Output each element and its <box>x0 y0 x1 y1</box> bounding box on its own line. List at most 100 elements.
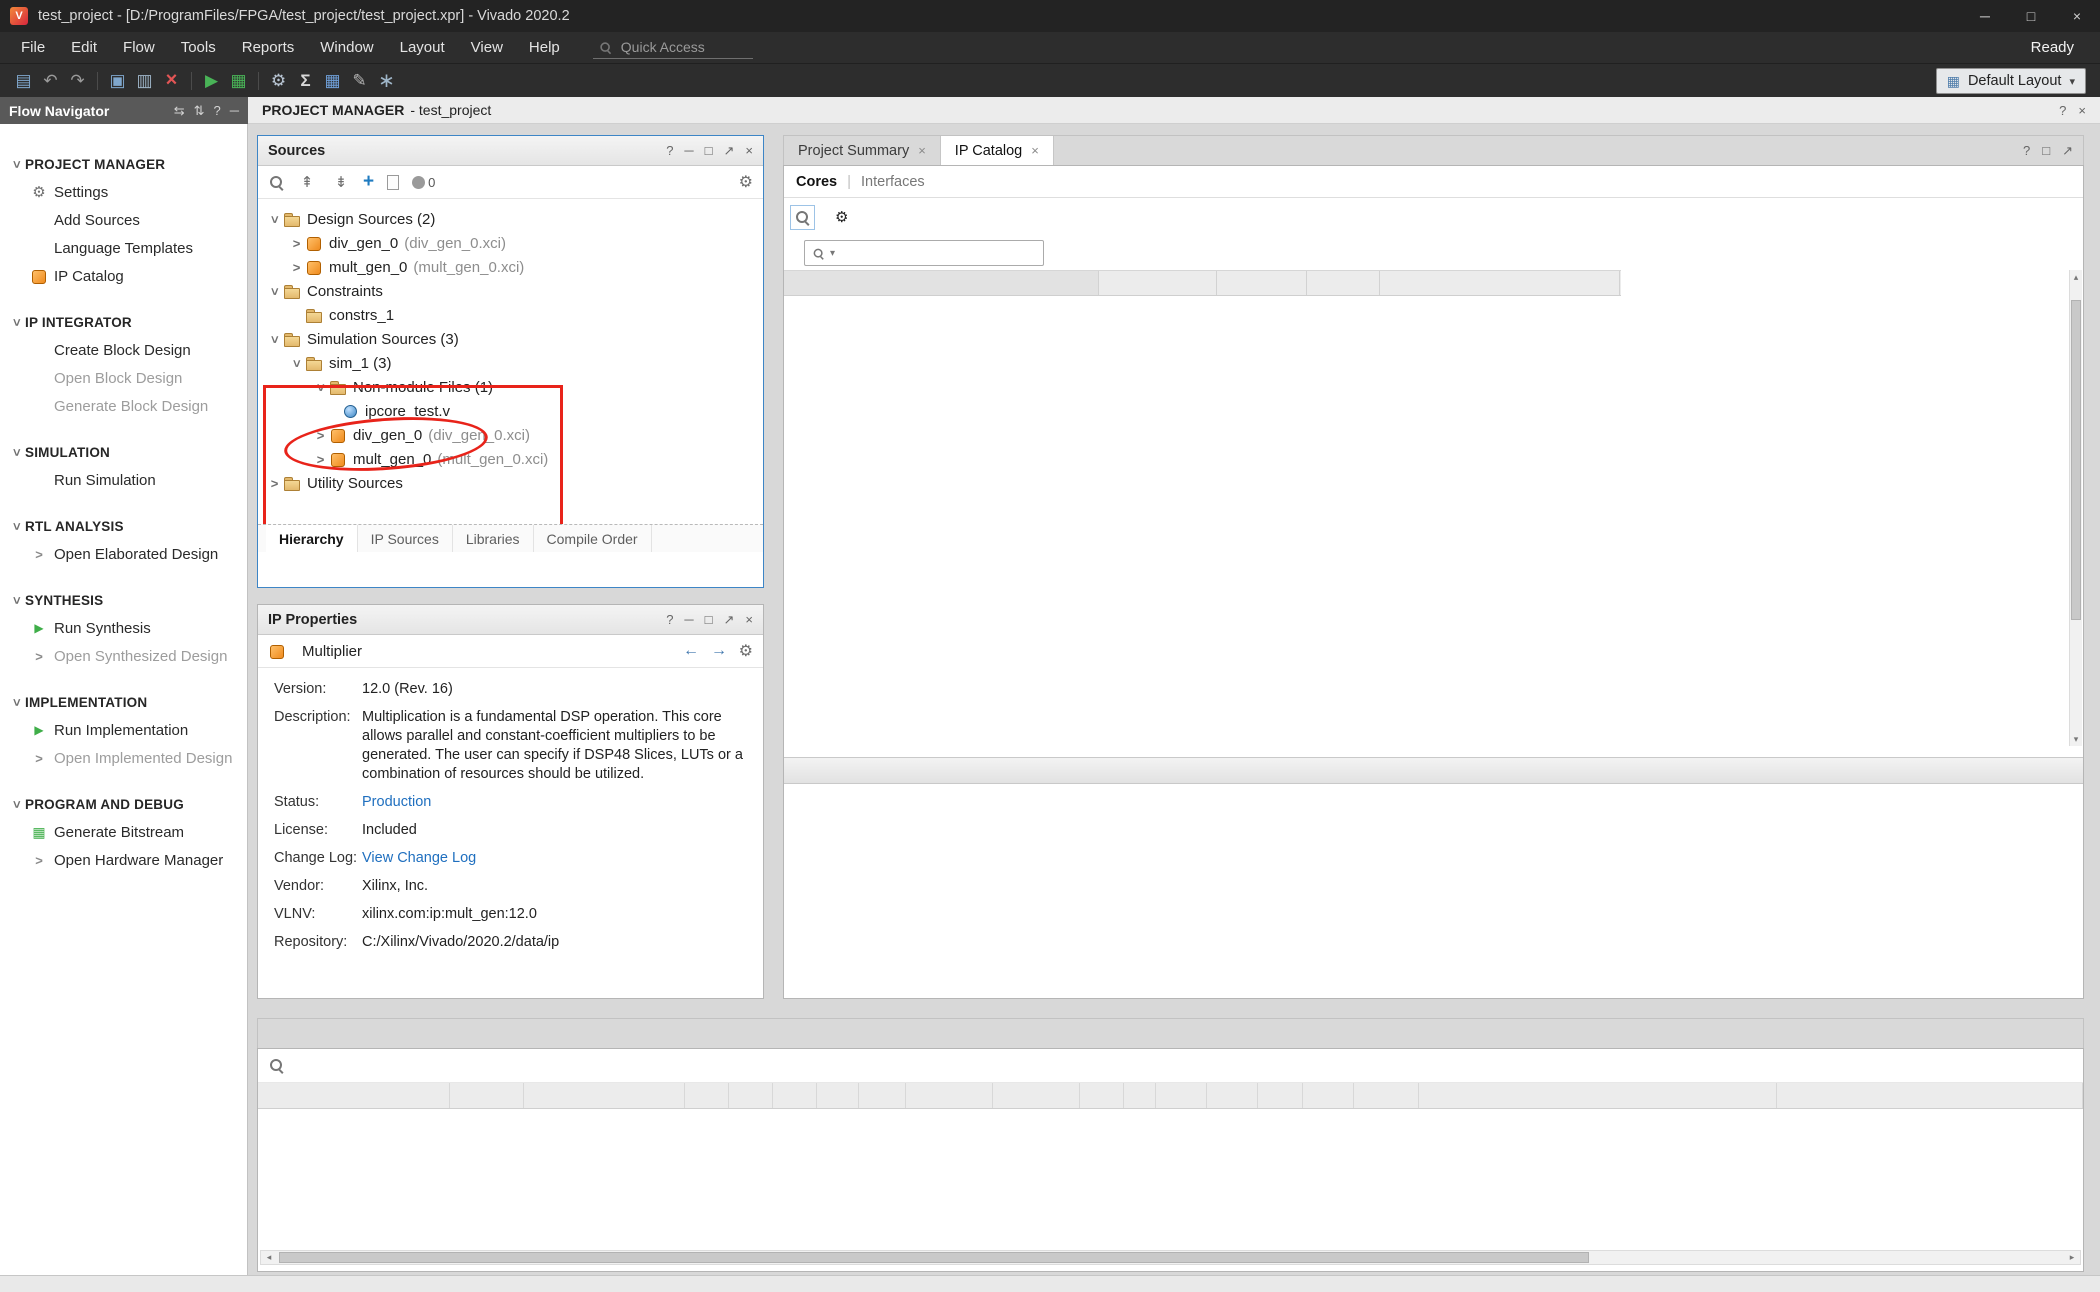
gear-icon[interactable]: ⚙ <box>739 172 753 192</box>
property-value[interactable]: View Change Log <box>362 849 758 868</box>
expander-icon[interactable] <box>312 427 329 444</box>
scroll-up-icon[interactable]: ▴ <box>2070 270 2082 284</box>
minimize-button[interactable]: ─ <box>1962 0 2008 32</box>
section-header[interactable]: IMPLEMENTATION <box>0 688 247 716</box>
property-value[interactable]: 12.0 (Rev. 16) <box>362 680 758 699</box>
flow-navigator-item[interactable]: Run Simulation <box>0 466 247 494</box>
close-icon[interactable]: × <box>2078 103 2086 118</box>
expand-sections-icon[interactable]: ⇅ <box>194 103 205 119</box>
column-header[interactable] <box>450 1083 524 1108</box>
expander-icon[interactable] <box>288 259 305 276</box>
dock-icon[interactable]: ⇆ <box>174 103 185 119</box>
help-icon[interactable]: ? <box>2059 103 2066 118</box>
scroll-thumb[interactable] <box>279 1252 1589 1263</box>
column-header[interactable] <box>1124 1083 1156 1108</box>
column-header[interactable] <box>817 1083 859 1108</box>
property-value[interactable]: Multiplication is a fundamental DSP oper… <box>362 708 758 784</box>
cancel-run-icon[interactable] <box>158 68 185 94</box>
sources-panel-header[interactable]: Sources ?─□↗× <box>258 136 763 166</box>
flow-navigator-item[interactable]: Run Implementation <box>0 716 247 744</box>
scroll-thumb[interactable] <box>2071 300 2081 620</box>
menu-item[interactable]: Help <box>516 32 573 63</box>
flow-navigator-item[interactable]: Add Sources <box>0 206 247 234</box>
column-header[interactable] <box>773 1083 817 1108</box>
maximize-icon[interactable]: □ <box>705 143 713 159</box>
expander-icon[interactable] <box>312 379 329 396</box>
flow-navigator-item[interactable]: Settings <box>0 178 247 206</box>
menu-item[interactable]: Reports <box>229 32 308 63</box>
section-header[interactable]: RTL ANALYSIS <box>0 512 247 540</box>
flow-navigator-item[interactable]: Create Block Design <box>0 336 247 364</box>
document-tab[interactable]: Project Summary × <box>784 136 941 165</box>
column-header[interactable] <box>1307 271 1380 295</box>
flow-navigator-item[interactable]: Generate Bitstream <box>0 818 247 846</box>
tree-row[interactable]: ipcore_test.v <box>258 399 763 423</box>
column-header[interactable] <box>906 1083 993 1108</box>
help-icon[interactable]: ? <box>666 612 673 628</box>
report-sum-icon[interactable] <box>292 68 319 94</box>
back-icon[interactable]: ← <box>683 642 699 660</box>
undo-icon[interactable] <box>37 68 64 94</box>
quick-access-search[interactable]: Quick Access <box>593 37 753 59</box>
menu-item[interactable]: Window <box>307 32 386 63</box>
close-button[interactable]: × <box>2054 0 2100 32</box>
column-header[interactable] <box>1380 271 1620 295</box>
minimize-icon[interactable]: ─ <box>684 612 693 628</box>
column-header[interactable] <box>784 271 1099 295</box>
tree-row[interactable]: Design Sources (2) <box>258 207 763 231</box>
column-header[interactable] <box>859 1083 906 1108</box>
column-header[interactable] <box>524 1083 685 1108</box>
property-value[interactable]: xilinx.com:ip:mult_gen:12.0 <box>362 905 758 924</box>
column-header[interactable] <box>685 1083 729 1108</box>
section-header[interactable]: SIMULATION <box>0 438 247 466</box>
property-value[interactable]: Production <box>362 793 758 812</box>
property-value[interactable]: C:/Xilinx/Vivado/2020.2/data/ip <box>362 933 758 952</box>
flow-navigator-item[interactable]: Open Implemented Design <box>0 744 247 772</box>
help-icon[interactable]: ? <box>2023 143 2030 158</box>
gear-icon[interactable]: ⚙ <box>739 641 753 661</box>
open-recent-icon[interactable] <box>10 68 37 94</box>
menu-item[interactable]: File <box>8 32 58 63</box>
separator[interactable] <box>97 72 98 90</box>
tree-row[interactable]: Constraints <box>258 279 763 303</box>
horizontal-scrollbar[interactable]: ◂ ▸ <box>260 1250 2081 1265</box>
tree-row[interactable]: div_gen_0 (div_gen_0.xci) <box>258 423 763 447</box>
subtab-interfaces[interactable]: Interfaces <box>861 174 925 190</box>
tree-row[interactable]: Non-module Files (1) <box>258 375 763 399</box>
redo-icon[interactable] <box>64 68 91 94</box>
forward-icon[interactable]: → <box>711 642 727 660</box>
save-icon[interactable] <box>104 68 131 94</box>
column-header[interactable] <box>729 1083 773 1108</box>
tree-row[interactable]: sim_1 (3) <box>258 351 763 375</box>
section-header[interactable]: IP INTEGRATOR <box>0 308 247 336</box>
menu-item[interactable]: View <box>458 32 516 63</box>
column-header[interactable] <box>1354 1083 1419 1108</box>
layout-selector[interactable]: ▦ Default Layout ▾ <box>1936 68 2086 94</box>
expand-all-icon[interactable] <box>329 170 353 194</box>
expander-icon[interactable] <box>266 331 283 348</box>
subtab-cores[interactable]: Cores <box>796 174 837 190</box>
column-header[interactable] <box>1156 1083 1207 1108</box>
sources-tab[interactable]: Hierarchy <box>266 525 358 552</box>
close-icon[interactable]: × <box>745 612 753 628</box>
float-icon[interactable]: ↗ <box>2062 143 2073 159</box>
flow-navigator-item[interactable]: Open Elaborated Design <box>0 540 247 568</box>
ip-properties-header[interactable]: IP Properties ?─□↗× <box>258 605 763 635</box>
flow-navigator-item[interactable]: IP Catalog <box>0 262 247 290</box>
float-icon[interactable]: ↗ <box>724 143 735 159</box>
vertical-scrollbar[interactable]: ▴ ▾ <box>2069 270 2082 746</box>
column-header[interactable] <box>1303 1083 1354 1108</box>
expander-icon[interactable] <box>288 235 305 252</box>
settings-icon[interactable] <box>265 68 292 94</box>
column-header[interactable] <box>258 1083 450 1108</box>
column-header[interactable] <box>1217 271 1307 295</box>
column-header[interactable] <box>1258 1083 1303 1108</box>
maximize-button[interactable]: □ <box>2008 0 2054 32</box>
scroll-down-icon[interactable]: ▾ <box>2070 732 2082 746</box>
sources-tab[interactable]: Libraries <box>453 525 534 552</box>
flow-navigator-item[interactable]: Language Templates <box>0 234 247 262</box>
section-header[interactable]: PROGRAM AND DEBUG <box>0 790 247 818</box>
section-header[interactable]: PROJECT MANAGER <box>0 150 247 178</box>
tree-row[interactable]: constrs_1 <box>258 303 763 327</box>
program-device-icon[interactable] <box>225 68 252 94</box>
